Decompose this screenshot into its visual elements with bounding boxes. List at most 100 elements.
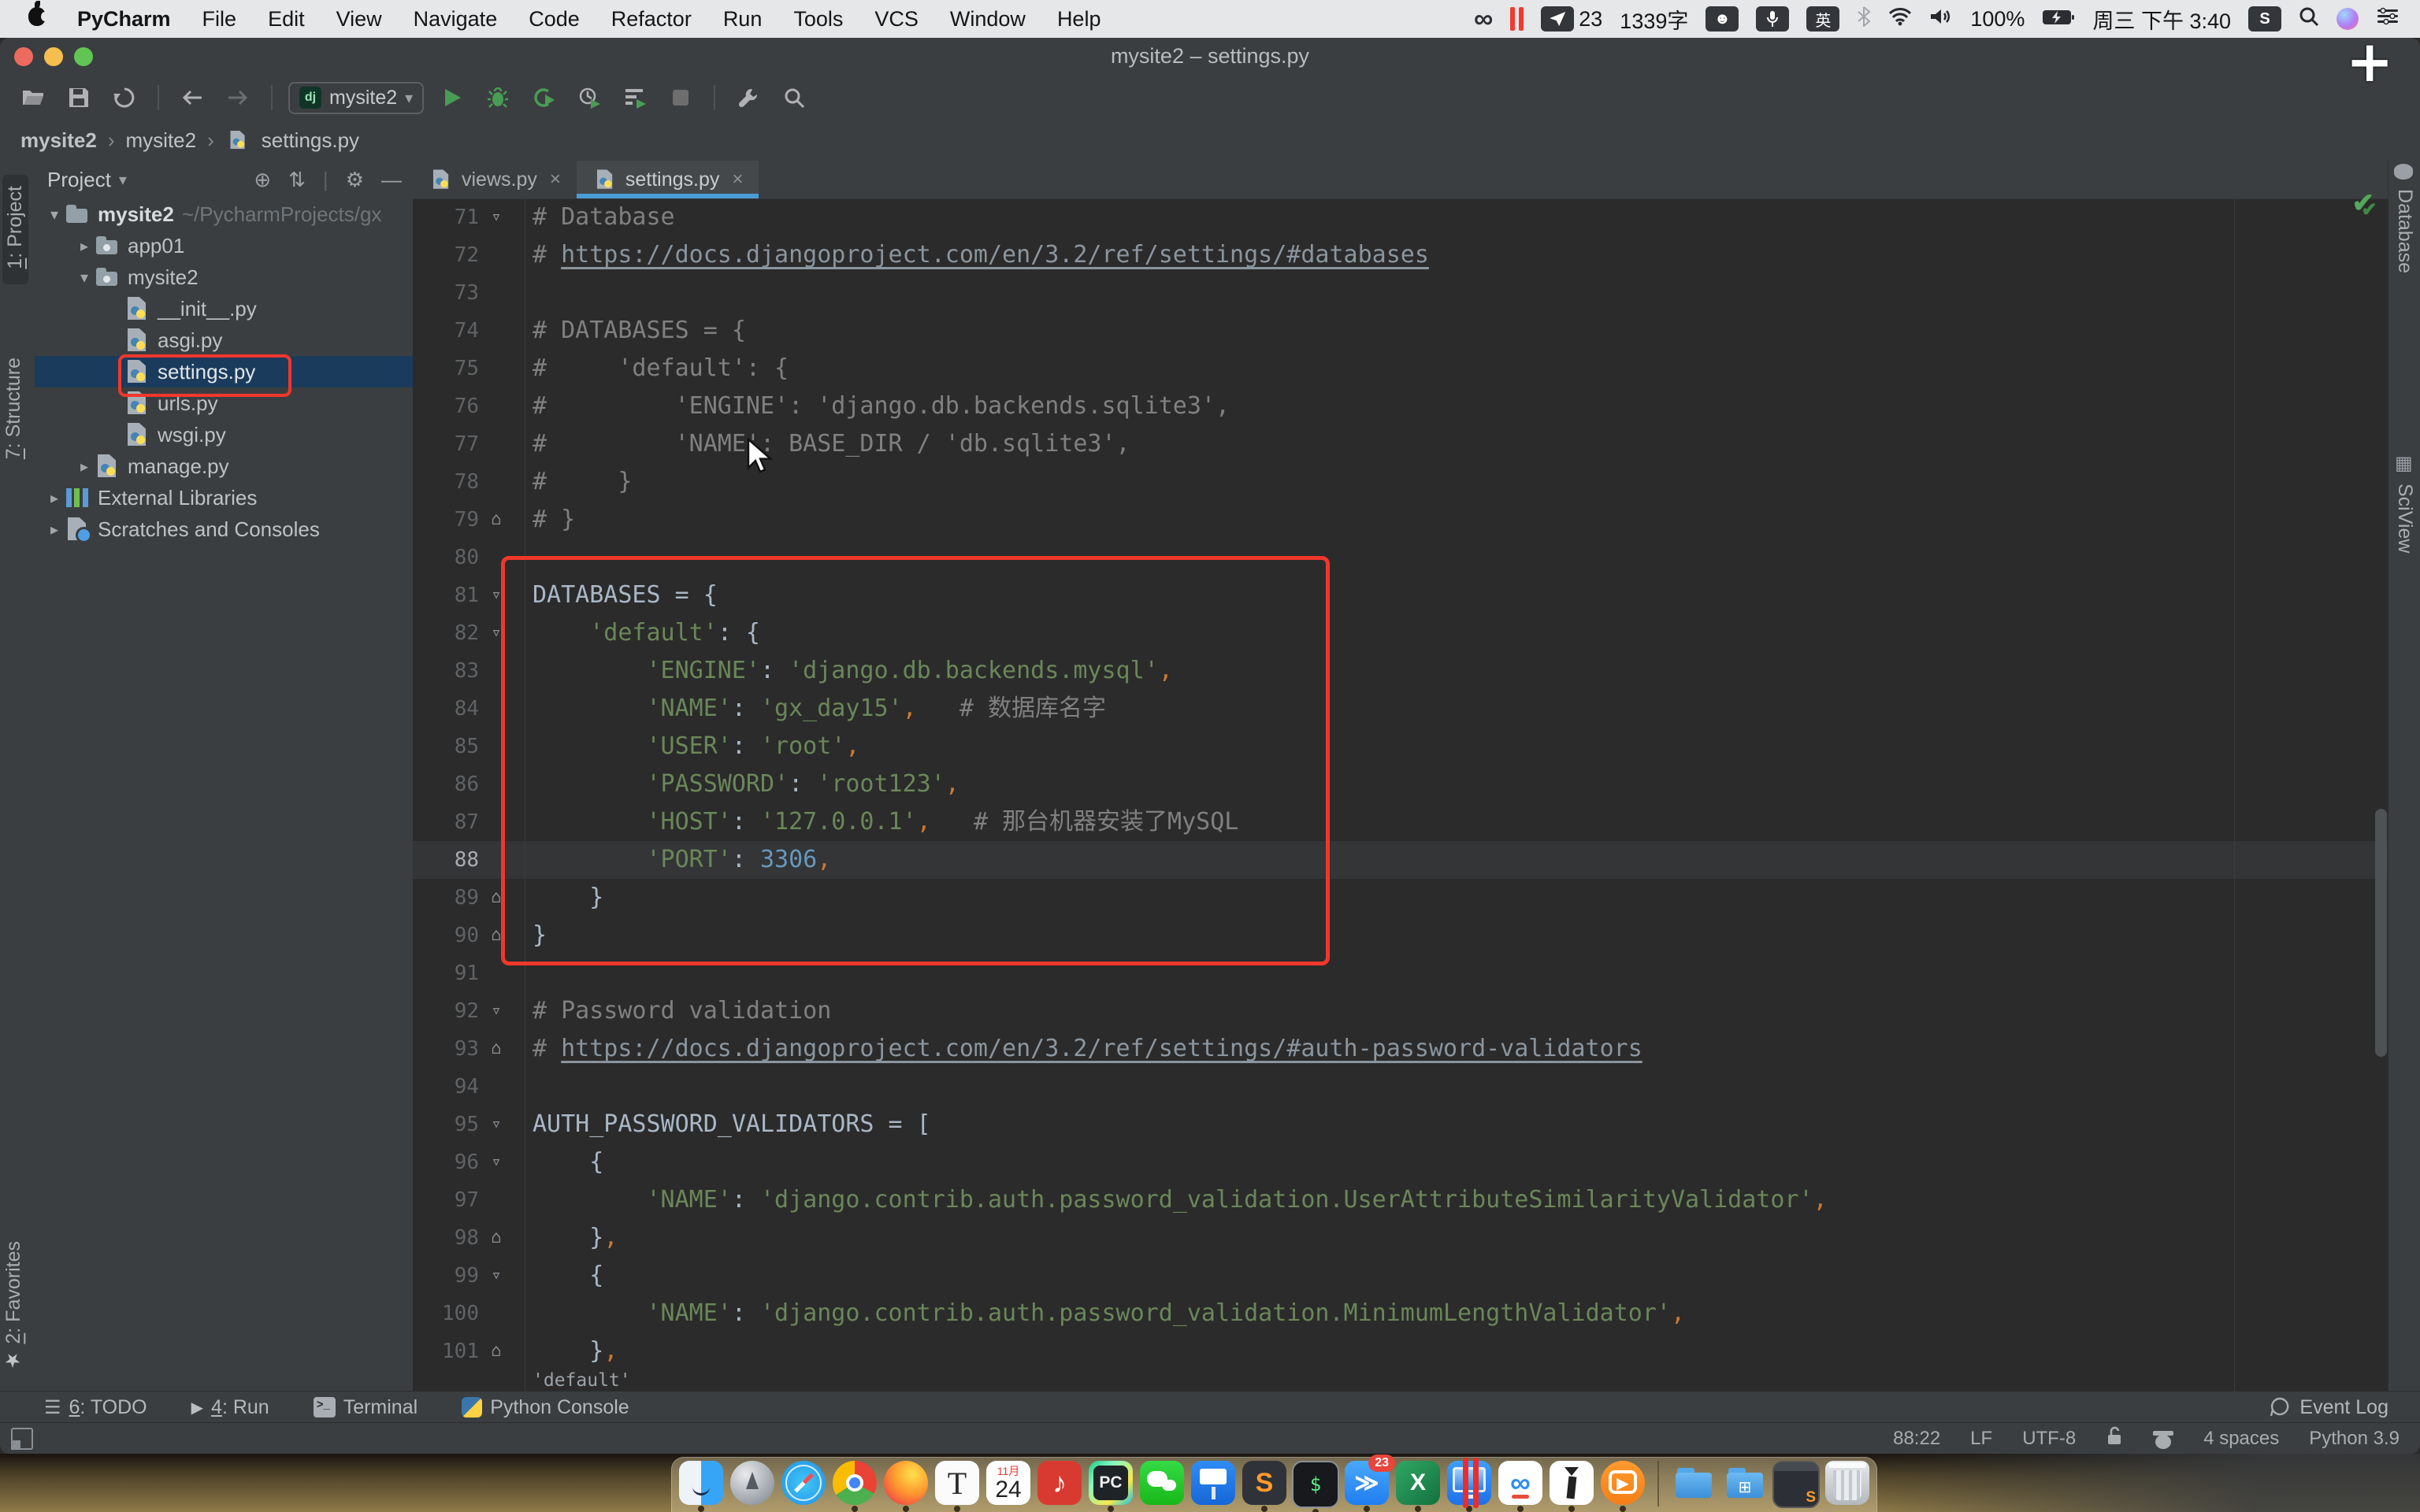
- code-line-96[interactable]: 96▿ {: [413, 1143, 2388, 1181]
- fold-marker-icon[interactable]: ▿: [479, 198, 514, 236]
- editor-scrollbar[interactable]: [2375, 809, 2387, 1057]
- menu-item-vcs[interactable]: VCS: [874, 7, 919, 32]
- file-encoding[interactable]: UTF-8: [2022, 1428, 2076, 1450]
- stop-button[interactable]: [663, 82, 698, 113]
- wrench-icon[interactable]: [731, 82, 766, 113]
- dock-item-pycharm[interactable]: PC: [1088, 1461, 1134, 1512]
- dock-item-boss[interactable]: [1549, 1461, 1594, 1512]
- toolwindow-button--run[interactable]: ▶4: Run: [191, 1396, 269, 1419]
- chevron-closed-icon[interactable]: ▸: [44, 520, 65, 539]
- tree-item-external-libraries[interactable]: ▸External Libraries: [35, 482, 413, 513]
- menu-item-refactor[interactable]: Refactor: [611, 7, 692, 32]
- profile-button[interactable]: [572, 82, 607, 113]
- tree-item-scratches-and-consoles[interactable]: ▸Scratches and Consoles: [35, 513, 413, 545]
- menu-item-file[interactable]: File: [202, 7, 237, 32]
- ime-language-icon[interactable]: 英: [1806, 6, 1839, 32]
- menu-item-help[interactable]: Help: [1057, 7, 1101, 32]
- chevron-open-icon[interactable]: ▾: [44, 205, 65, 224]
- tool-stripe-project[interactable]: 1: Project: [2, 175, 28, 284]
- dock-item-firefox[interactable]: [883, 1461, 929, 1512]
- code-line-78[interactable]: 78# }: [413, 463, 2388, 501]
- dock-item-keynote[interactable]: [1190, 1461, 1236, 1512]
- back-icon[interactable]: [175, 82, 210, 113]
- run-with-coverage-button[interactable]: [526, 82, 561, 113]
- dock-item-folder-windows[interactable]: ⊞: [1722, 1461, 1768, 1512]
- breadcrumb-project[interactable]: mysite2: [20, 128, 97, 153]
- chevron-closed-icon[interactable]: ▸: [44, 488, 65, 508]
- indent-setting[interactable]: 4 spaces: [2203, 1428, 2279, 1450]
- chevron-closed-icon[interactable]: ▸: [74, 457, 95, 476]
- fold-marker-icon[interactable]: ⌂: [479, 1219, 514, 1257]
- interpreter[interactable]: Python 3.9: [2309, 1428, 2400, 1450]
- menu-item-run[interactable]: Run: [723, 7, 763, 32]
- dock-item-douyu[interactable]: ▶: [1600, 1461, 1646, 1512]
- volume-icon[interactable]: [1929, 7, 1953, 32]
- project-panel-title[interactable]: Project: [47, 168, 111, 192]
- open-icon[interactable]: [16, 82, 50, 113]
- locate-file-icon[interactable]: ⊕: [254, 168, 271, 192]
- lock-icon[interactable]: [2106, 1426, 2123, 1452]
- dock-item-finder[interactable]: [678, 1461, 724, 1512]
- run-configuration-select[interactable]: dj mysite2 ▾: [288, 82, 424, 114]
- sync-icon[interactable]: [107, 82, 142, 113]
- tree-item-mysite2[interactable]: ▾mysite2: [35, 261, 413, 293]
- wifi-icon[interactable]: [1888, 7, 1912, 32]
- save-icon[interactable]: [61, 82, 96, 113]
- code-line-73[interactable]: 73: [413, 274, 2388, 312]
- dock-item-launchpad[interactable]: [729, 1461, 775, 1512]
- code-line-93[interactable]: 93⌂# https://docs.djangoproject.com/en/3…: [413, 1030, 2388, 1068]
- dock-item-excel[interactable]: X: [1395, 1461, 1441, 1512]
- gear-icon[interactable]: ⚙: [346, 168, 364, 192]
- menu-item-tools[interactable]: Tools: [793, 7, 843, 32]
- tool-stripe-structure[interactable]: 7: Structure: [2, 358, 25, 463]
- code-line-100[interactable]: 100 'NAME': 'django.contrib.auth.passwor…: [413, 1295, 2388, 1332]
- parallels-pause-icon[interactable]: [1510, 7, 1524, 31]
- menu-item-navigate[interactable]: Navigate: [414, 7, 498, 32]
- breadcrumb-file[interactable]: settings.py: [262, 128, 359, 153]
- inspections-hector-icon[interactable]: [2153, 1429, 2173, 1449]
- breadcrumb-package[interactable]: mysite2: [126, 128, 197, 153]
- dock-item-typora[interactable]: T: [934, 1461, 980, 1512]
- menu-item-code[interactable]: Code: [529, 7, 580, 32]
- code-line-99[interactable]: 99▿ {: [413, 1257, 2388, 1295]
- fold-marker-icon[interactable]: ⌂: [479, 501, 514, 539]
- code-line-77[interactable]: 77# 'NAME': BASE_DIR / 'db.sqlite3',: [413, 425, 2388, 463]
- tool-window-switcher-icon[interactable]: [11, 1428, 33, 1450]
- code-line-98[interactable]: 98⌂ },: [413, 1219, 2388, 1257]
- code-line-92[interactable]: 92▿# Password validation: [413, 992, 2388, 1030]
- dock-item-window-sublime[interactable]: S: [1773, 1461, 1819, 1512]
- code-line-75[interactable]: 75# 'default': {: [413, 350, 2388, 387]
- tree-item-wsgi-py[interactable]: wsgi.py: [35, 419, 413, 450]
- dock-item-trash[interactable]: [1824, 1461, 1870, 1512]
- code-line-74[interactable]: 74# DATABASES = {: [413, 312, 2388, 350]
- tree-item-mysite2[interactable]: ▾mysite2~/PycharmProjects/gx: [35, 198, 413, 230]
- dock-item-calendar[interactable]: 11月24: [985, 1461, 1031, 1512]
- search-everywhere-icon[interactable]: [777, 82, 811, 113]
- dock-item-parallels[interactable]: [1446, 1461, 1492, 1512]
- tab-views-py[interactable]: views.py×: [413, 161, 577, 198]
- fold-marker-icon[interactable]: ▿: [479, 1257, 514, 1295]
- forward-icon[interactable]: [221, 82, 255, 113]
- dock-item-dingtalk[interactable]: ≫23: [1344, 1461, 1390, 1512]
- menu-item-view[interactable]: View: [336, 7, 382, 32]
- dock-item-safari[interactable]: [781, 1461, 826, 1512]
- control-center-icon[interactable]: [2376, 7, 2400, 32]
- menu-app-name[interactable]: PyCharm: [77, 7, 171, 32]
- apple-menu-icon[interactable]: [28, 7, 46, 32]
- debug-button[interactable]: [481, 82, 515, 113]
- fold-marker-icon[interactable]: ▿: [479, 1143, 514, 1181]
- tool-stripe-favorites[interactable]: ★ 2: Favorites: [2, 1241, 25, 1375]
- spotlight-icon[interactable]: [2299, 6, 2319, 32]
- event-log-button[interactable]: Event Log: [2270, 1396, 2388, 1419]
- caret-position[interactable]: 88:22: [1893, 1428, 1940, 1450]
- concurrency-diagram-button[interactable]: [618, 82, 652, 113]
- toolwindow-button--todo[interactable]: ☰6: TODO: [44, 1396, 147, 1419]
- microphone-icon[interactable]: [1756, 6, 1789, 32]
- fold-marker-icon[interactable]: ⌂: [479, 1332, 514, 1370]
- toolwindow-button-terminal[interactable]: Terminal: [314, 1396, 418, 1419]
- shottr-icon[interactable]: S: [2248, 6, 2281, 32]
- tab-settings-py[interactable]: settings.py×: [577, 161, 759, 198]
- code-line-97[interactable]: 97 'NAME': 'django.contrib.auth.password…: [413, 1181, 2388, 1219]
- tree-item-asgi-py[interactable]: asgi.py: [35, 324, 413, 356]
- code-line-72[interactable]: 72# https://docs.djangoproject.com/en/3.…: [413, 236, 2388, 274]
